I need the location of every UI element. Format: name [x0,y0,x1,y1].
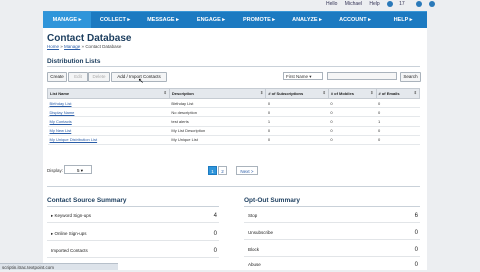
sort-icon[interactable]: ⇕ [260,90,263,95]
contact-source-heading: Contact Source Summary [47,197,127,204]
nav-manage[interactable]: MANAGE ▸ [43,12,91,29]
facebook-icon[interactable] [416,1,423,7]
list-name-cell[interactable]: My Unique Distribution List [47,135,170,145]
twitter-icon[interactable] [429,1,436,7]
notification-icon[interactable] [387,1,394,7]
display-label: Display: [47,168,64,173]
nav-message[interactable]: MESSAGE ▸ [139,12,187,29]
emails-cell: 0 [376,98,420,109]
list-name-cell[interactable]: Display Name [47,107,170,118]
help-link[interactable]: Help [369,1,379,7]
mobiles-cell: 0 [328,98,377,109]
source-row[interactable]: ▸ Online Sign-ups 0 [47,227,219,241]
list-name-cell[interactable]: My New List [47,126,170,136]
mobiles-cell: 0 [328,116,377,127]
subscriptions-cell: 0 [265,126,329,136]
breadcrumb-current: Contact Database [85,44,122,49]
nav-help[interactable]: HELP ▸ [379,12,427,29]
nav-engage[interactable]: ENGAGE ▸ [187,12,235,29]
nav-collect[interactable]: COLLECT ▸ [91,12,139,29]
sort-icon[interactable]: ⇕ [164,90,167,95]
search-button[interactable]: Search [400,72,421,82]
emails-cell: 1 [376,116,420,127]
list-name-cell[interactable]: Birthday List [47,98,170,109]
sort-icon[interactable]: ⇕ [370,90,373,95]
sort-icon[interactable]: ⇕ [414,90,417,95]
table-row[interactable]: Birthday List Birthday List 0 0 0 [47,98,420,109]
table-row[interactable]: My New List My List Description 0 0 0 [47,126,420,136]
nav-account[interactable]: ACCOUNT ▸ [331,12,379,29]
source-row: Imported Contacts 0 [47,244,219,258]
description-cell: My List Description [169,126,266,136]
next-page-button[interactable]: Next > [236,166,258,175]
delete-button[interactable]: Delete [88,72,110,82]
subscriptions-cell: 0 [265,135,329,145]
hello-link[interactable]: Hello [326,1,337,7]
col-emails[interactable]: # of Emails ⇕ [375,88,421,99]
mobiles-cell: 0 [328,107,377,118]
page-title: Contact Database [47,33,132,44]
description-cell: No description [169,107,266,118]
subscriptions-cell: 0 [265,98,329,109]
subscriptions-cell: 0 [265,107,329,118]
page-button-current[interactable]: 1 [208,166,217,175]
create-button[interactable]: Create [47,72,67,82]
breadcrumb-manage[interactable]: Manage [64,44,80,49]
breadcrumb: Home » Manage » Contact Database [47,44,122,49]
list-name-cell[interactable]: My Contacts [47,116,170,127]
user-name-link[interactable]: Michael [345,1,362,7]
description-cell: Birthday List [169,98,266,109]
mobiles-cell: 0 [328,135,377,145]
divider [244,206,420,207]
emails-cell: 0 [376,126,420,136]
divider [47,186,420,187]
sort-icon[interactable]: ⇕ [322,90,325,95]
divider [47,66,420,67]
user-bar: Hello Michael Help 17 [326,1,441,7]
emails-cell: 0 [376,107,420,118]
description-cell: My Unique List [169,135,266,145]
table-row[interactable]: Display Name No description 0 0 0 [47,107,420,118]
mouse-cursor-icon: ↖ [138,78,144,85]
breadcrumb-home[interactable]: Home [47,44,59,49]
search-field-select[interactable]: First Name ▾ [283,72,323,80]
distribution-heading: Distribution Lists [47,58,101,65]
divider [47,206,219,207]
table-row[interactable]: My Contacts test alerts 1 0 1 [47,116,420,127]
page-button[interactable]: 2 [218,166,227,175]
notification-count: 17 [399,1,405,8]
opt-out-heading: Opt-Out Summary [244,197,300,204]
col-mobiles[interactable]: # of Mobiles ⇕ [327,88,377,99]
opt-out-row: Stop 6 [244,209,420,223]
opt-out-row: Unsubscribe 0 [244,226,420,240]
table-header: List Name ⇕ Description ⇕ # of Subscriptio… [47,88,421,99]
edit-button[interactable]: Edit [68,72,88,82]
nav-analyze[interactable]: ANALYZE ▸ [283,12,331,29]
opt-out-row: Block 0 [244,243,420,257]
display-select[interactable]: 5 ▾ [64,165,92,174]
source-row[interactable]: ▸ Keyword Sign-ups 4 [47,209,219,223]
nav-promote[interactable]: PROMOTE ▸ [235,12,283,29]
table-row[interactable]: My Unique Distribution List My Unique Li… [47,135,420,145]
description-cell: test alerts [169,116,266,127]
main-nav: MANAGE ▸ COLLECT ▸ MESSAGE ▸ ENGAGE ▸ PR… [43,11,427,29]
search-input[interactable] [327,72,397,80]
distribution-table: List Name ⇕ Description ⇕ # of Subscriptio… [47,88,421,145]
mobiles-cell: 0 [328,126,377,136]
col-subscriptions[interactable]: # of Subscriptions ⇕ [265,88,329,99]
browser-status-bar: scriptin.itrac.textpoint.com [0,263,118,270]
subscriptions-cell: 1 [265,116,329,127]
col-description[interactable]: Description ⇕ [168,88,267,99]
col-list-name[interactable]: List Name ⇕ [47,88,170,99]
emails-cell: 0 [376,135,420,145]
